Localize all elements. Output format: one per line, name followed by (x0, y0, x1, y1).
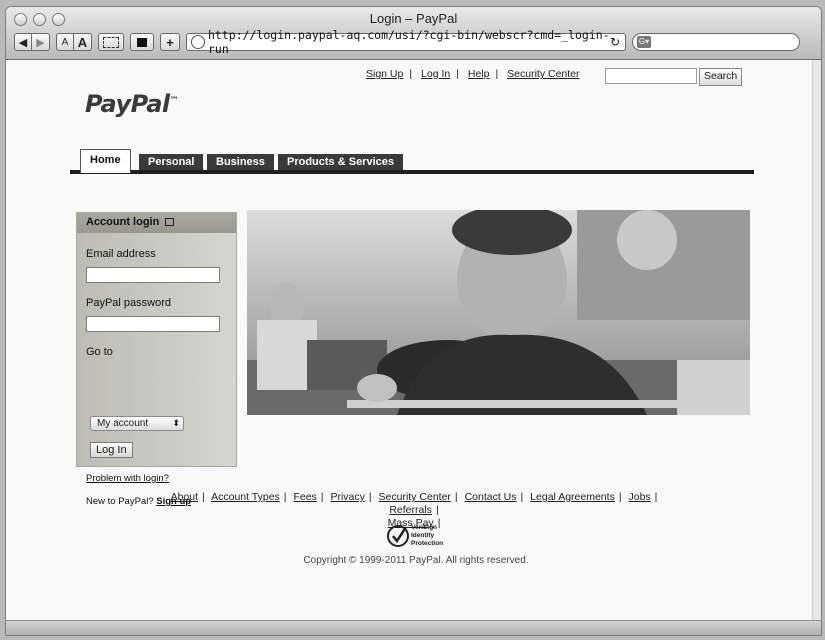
browser-search-field[interactable]: G▾ (632, 33, 800, 51)
goto-selected-value: My account (97, 418, 149, 429)
security-center-link[interactable]: Security Center (507, 68, 579, 80)
site-search-input[interactable] (605, 68, 697, 84)
footer-referrals-link[interactable]: Referrals (389, 504, 432, 516)
verisign-line-2: Identity (411, 532, 435, 539)
paypal-logo[interactable]: PayPal™ (85, 90, 179, 118)
goto-label: Go to (86, 346, 113, 358)
tab-underline (70, 170, 754, 174)
tab-home[interactable]: Home (80, 149, 131, 173)
bookmark-button[interactable] (130, 33, 154, 51)
email-label: Email address (86, 248, 156, 260)
verisign-badge[interactable]: VeriSign Identity Protection (386, 522, 456, 550)
snippet-button[interactable] (98, 33, 124, 51)
square-icon (137, 37, 147, 47)
url-text: http://login.paypal-aq.com/usi/?cgi-bin/… (208, 28, 610, 56)
tab-products-services[interactable]: Products & Services (278, 154, 403, 170)
verisign-line-3: Protection (411, 540, 444, 547)
browser-window: Login – PayPal ◀ ▶ A A + http://login.pa… (5, 6, 822, 636)
tab-personal[interactable]: Personal (139, 154, 204, 170)
footer-about-link[interactable]: About (171, 491, 198, 503)
status-bar (6, 620, 821, 635)
reload-icon[interactable]: ↻ (610, 35, 620, 49)
footer-privacy-link[interactable]: Privacy (330, 491, 364, 503)
back-button[interactable]: ◀ (14, 33, 32, 51)
site-search-button[interactable]: Search (699, 68, 743, 86)
smaller-text-button[interactable]: A (56, 33, 74, 51)
account-login-title: Account login (86, 216, 160, 228)
title-bar: Login – PayPal ◀ ▶ A A + http://login.pa… (6, 7, 821, 60)
goto-select[interactable]: My account ⬍ (90, 416, 184, 431)
login-link[interactable]: Log In (421, 68, 450, 80)
verisign-line-1: VeriSign (411, 524, 438, 531)
logo-trademark: ™ (169, 96, 179, 106)
help-link[interactable]: Help (468, 68, 490, 80)
globe-icon (191, 35, 205, 49)
footer-fees-link[interactable]: Fees (293, 491, 316, 503)
problem-login-link[interactable]: Problem with login? (86, 473, 169, 484)
lock-icon (165, 218, 175, 226)
footer-jobs-link[interactable]: Jobs (628, 491, 650, 503)
footer-contact-link[interactable]: Contact Us (465, 491, 517, 503)
logo-text: PayPal (85, 90, 170, 118)
signup-link[interactable]: Sign Up (366, 68, 403, 80)
page-content: Sign Up | Log In | Help | Security Center S… (6, 60, 821, 620)
window-title: Login – PayPal (369, 11, 458, 26)
footer-security-center-link[interactable]: Security Center (379, 491, 451, 503)
footer-legal-link[interactable]: Legal Agreements (530, 491, 615, 503)
back-arrow-icon: ◀ (18, 36, 28, 49)
password-label: PayPal password (86, 297, 171, 309)
account-login-box: Account login Email address PayPal passw… (76, 212, 237, 507)
hero-photo-illustration (247, 210, 750, 415)
tab-business[interactable]: Business (207, 154, 274, 170)
forward-button[interactable]: ▶ (32, 33, 50, 51)
copyright: Copyright © 1999-2011 PayPal. All rights… (303, 555, 529, 566)
main-tabs: Home Personal Business Products & Servic… (70, 149, 754, 174)
new-to-paypal-text: New to PayPal? (86, 496, 154, 507)
select-arrows-icon: ⬍ (172, 418, 180, 428)
top-links: Sign Up | Log In | Help | Security Center (366, 68, 580, 80)
forward-arrow-icon: ▶ (36, 36, 45, 49)
font-size-buttons: A A (56, 33, 92, 51)
login-button[interactable]: Log In (90, 442, 133, 458)
add-bookmark-button[interactable]: + (160, 33, 180, 51)
scissors-icon (103, 36, 119, 48)
footer-account-types-link[interactable]: Account Types (211, 491, 280, 503)
larger-text-button[interactable]: A (74, 33, 92, 51)
password-field[interactable] (86, 316, 220, 332)
verisign-text: VeriSign Identity Protection (411, 524, 443, 548)
vertical-scrollbar[interactable] (812, 60, 821, 620)
hero-photo (247, 210, 750, 415)
address-bar[interactable]: http://login.paypal-aq.com/usi/?cgi-bin/… (186, 28, 626, 56)
nav-buttons: ◀ ▶ (14, 33, 50, 51)
google-search-icon: G▾ (637, 36, 651, 48)
email-field[interactable] (86, 267, 220, 283)
browser-toolbar: ◀ ▶ A A + http://login.paypal-aq.com/usi… (14, 28, 813, 56)
account-login-header: Account login (77, 213, 236, 233)
